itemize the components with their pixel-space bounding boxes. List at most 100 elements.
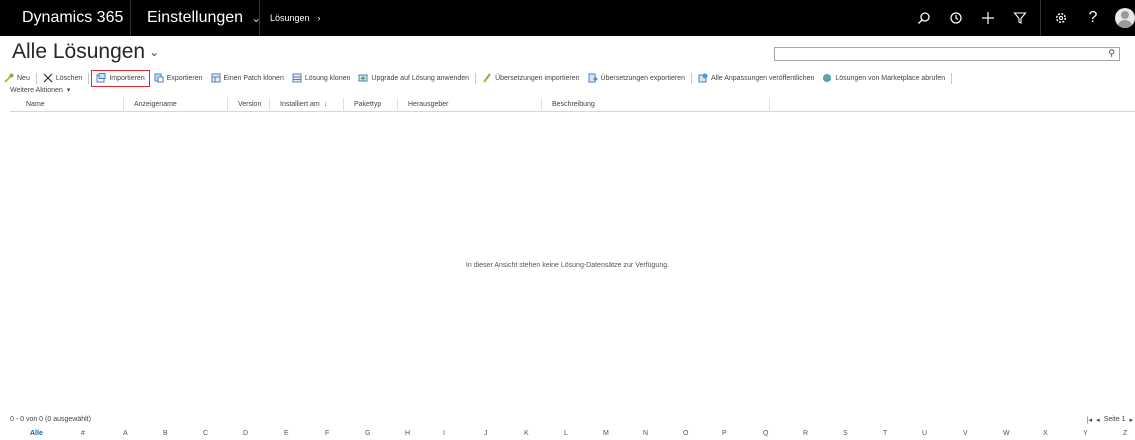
help-icon[interactable]: ? <box>1077 0 1109 36</box>
marketplace-label: Lösungen von Marketplace abrufen <box>835 74 946 82</box>
jump-letter[interactable]: U <box>922 430 927 437</box>
clone-solution-icon <box>292 73 302 83</box>
alphabet-jump-bar: Alle # A B C D E F G H I J K L M N O P Q… <box>0 430 1135 440</box>
command-separator <box>951 72 953 84</box>
jump-letter[interactable]: E <box>284 430 289 437</box>
export-icon <box>154 73 164 83</box>
delete-label: Löschen <box>55 74 83 82</box>
empty-grid-message: In dieser Ansicht stehen keine Lösung-Da… <box>465 262 670 269</box>
publish-all-label: Alle Anpassungen veröffentlichen <box>710 74 815 82</box>
jump-letter[interactable]: G <box>365 430 370 437</box>
jump-letter[interactable]: Z <box>1123 430 1127 437</box>
export-translations-label: Übersetzungen exportieren <box>600 74 685 82</box>
clone-patch-button[interactable]: Einen Patch klonen <box>207 70 288 86</box>
new-label: Neu <box>17 74 30 82</box>
import-translations-label: Übersetzungen importieren <box>495 74 580 82</box>
search-input[interactable] <box>775 52 1095 64</box>
page-indicator: Seite 1 <box>1103 416 1126 423</box>
import-button[interactable]: Importieren <box>91 69 150 87</box>
import-label: Importieren <box>109 74 145 82</box>
marketplace-button[interactable]: Lösungen von Marketplace abrufen <box>818 70 949 86</box>
column-label: Beschreibung <box>552 101 595 108</box>
publish-icon <box>698 73 708 83</box>
upgrade-icon <box>358 74 368 82</box>
sort-descending-icon: ↓ <box>323 101 328 108</box>
area-selector[interactable]: Einstellungen ⌄ <box>131 9 261 27</box>
jump-letter[interactable]: Q <box>763 430 768 437</box>
publish-all-button[interactable]: Alle Anpassungen veröffentlichen <box>694 70 818 86</box>
clone-patch-label: Einen Patch klonen <box>223 74 284 82</box>
jump-letter[interactable]: L <box>564 430 568 437</box>
page-title[interactable]: Alle Lösungen ⌄ <box>12 40 159 64</box>
column-header-display-name[interactable]: Anzeigename <box>124 97 228 112</box>
jump-letter[interactable]: D <box>243 430 248 437</box>
jump-letter[interactable]: J <box>484 430 488 437</box>
column-header-package-type[interactable]: Pakettyp <box>344 97 398 112</box>
column-header-publisher[interactable]: Herausgeber <box>398 97 542 112</box>
search-icon[interactable]: ⚲ <box>1108 48 1115 59</box>
next-page-icon[interactable]: ▸ <box>1129 416 1133 424</box>
jump-letter[interactable]: # <box>81 430 85 437</box>
command-separator <box>690 72 692 84</box>
new-button[interactable]: Neu <box>0 70 34 86</box>
jump-letter[interactable]: V <box>963 430 968 437</box>
gear-icon[interactable] <box>1045 0 1077 36</box>
recent-icon[interactable] <box>940 0 972 36</box>
jump-letter[interactable]: H <box>405 430 410 437</box>
app-title[interactable]: Dynamics 365 <box>0 9 130 27</box>
search-icon[interactable] <box>908 0 940 36</box>
column-label: Name <box>26 101 45 108</box>
jump-letter[interactable]: P <box>722 430 727 437</box>
jump-letter[interactable]: S <box>843 430 848 437</box>
plus-icon[interactable] <box>972 0 1004 36</box>
jump-letter[interactable]: M <box>603 430 609 437</box>
jump-letter[interactable]: B <box>163 430 168 437</box>
grid-header: Name Anzeigename Version Installiert am ↓… <box>10 97 1135 112</box>
column-header-description[interactable]: Beschreibung <box>542 97 770 112</box>
upgrade-button[interactable]: Upgrade auf Lösung anwenden <box>354 70 473 86</box>
column-header-version[interactable]: Version <box>228 97 270 112</box>
top-navigation-bar: Dynamics 365 Einstellungen ⌄ Lösungen › … <box>0 0 1135 36</box>
clone-patch-icon <box>211 73 221 83</box>
more-actions-label: Weitere Aktionen <box>10 86 63 94</box>
jump-letter[interactable]: N <box>643 430 648 437</box>
import-translations-button[interactable]: Übersetzungen importieren <box>478 70 583 86</box>
command-separator <box>35 72 37 84</box>
delete-button[interactable]: Löschen <box>39 70 86 86</box>
jump-letter[interactable]: X <box>1043 430 1048 437</box>
jump-letter-all[interactable]: Alle <box>30 430 43 437</box>
column-label: Installiert am <box>280 101 320 108</box>
upgrade-label: Upgrade auf Lösung anwenden <box>371 74 470 82</box>
search-box[interactable]: ⚲ <box>774 47 1120 64</box>
command-separator <box>475 72 477 84</box>
command-separator <box>88 72 90 84</box>
jump-letter[interactable]: C <box>203 430 208 437</box>
breadcrumb[interactable]: Lösungen › <box>260 13 321 23</box>
jump-letter[interactable]: I <box>443 430 445 437</box>
breadcrumb-solutions[interactable]: Lösungen <box>270 13 310 23</box>
column-header-name[interactable]: Name <box>16 97 124 112</box>
previous-page-icon[interactable]: ◂ <box>1096 416 1100 424</box>
jump-letter[interactable]: F <box>325 430 329 437</box>
jump-letter[interactable]: Y <box>1083 430 1088 437</box>
delete-icon <box>43 73 53 83</box>
jump-letter[interactable]: R <box>803 430 808 437</box>
jump-letter[interactable]: K <box>524 430 529 437</box>
more-actions-button[interactable]: Weitere Aktionen ▾ <box>10 86 70 95</box>
column-label: Pakettyp <box>354 101 382 108</box>
jump-letter[interactable]: O <box>683 430 688 437</box>
column-label: Herausgeber <box>408 101 449 108</box>
clone-solution-label: Lösung klonen <box>304 74 351 82</box>
export-translations-icon <box>588 73 598 83</box>
jump-letter[interactable]: W <box>1003 430 1010 437</box>
first-page-icon[interactable]: |◂ <box>1087 416 1092 424</box>
filter-icon[interactable] <box>1004 0 1036 36</box>
command-bar: Neu Löschen Importieren Exportieren Eine… <box>0 69 1135 87</box>
export-translations-button[interactable]: Übersetzungen exportieren <box>584 70 689 86</box>
avatar[interactable] <box>1115 8 1135 28</box>
jump-letter[interactable]: T <box>883 430 887 437</box>
jump-letter[interactable]: A <box>123 430 128 437</box>
column-header-installed-on[interactable]: Installiert am ↓ <box>270 97 344 112</box>
export-button[interactable]: Exportieren <box>150 70 207 86</box>
clone-solution-button[interactable]: Lösung klonen <box>288 70 355 86</box>
